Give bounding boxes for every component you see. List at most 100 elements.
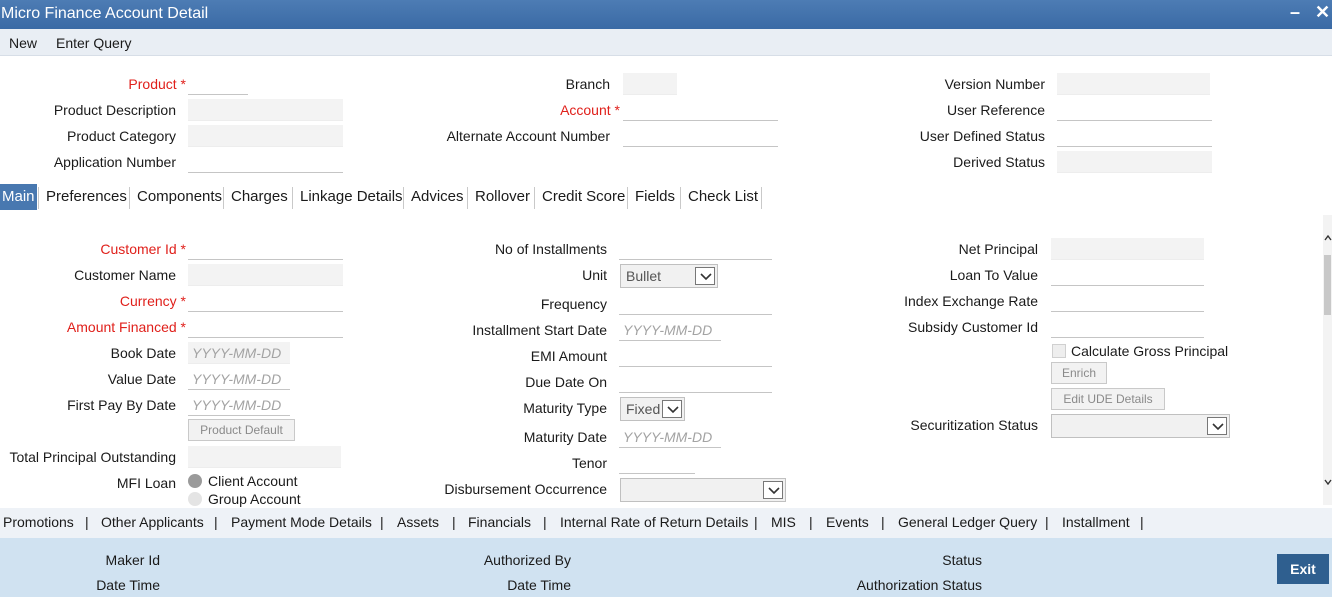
tab-preferences[interactable]: Preferences <box>46 184 127 210</box>
audit-footer: Maker Id Date Time Authorized By Date Ti… <box>0 538 1332 597</box>
link-financials[interactable]: Financials <box>468 514 531 530</box>
window-title: Micro Finance Account Detail <box>1 5 209 22</box>
installment-start-date-field[interactable]: YYYY-MM-DD <box>619 319 721 341</box>
menu-bar: New Enter Query <box>0 29 1332 56</box>
product-category-label: Product Category <box>67 128 176 144</box>
currency-field[interactable] <box>188 290 343 312</box>
user-reference-label: User Reference <box>946 102 1045 118</box>
vertical-scrollbar[interactable] <box>1323 215 1332 505</box>
tab-credit-score[interactable]: Credit Score <box>542 184 625 210</box>
value-date-field[interactable]: YYYY-MM-DD <box>188 368 290 390</box>
tenor-field[interactable] <box>619 452 695 474</box>
chevron-down-icon <box>695 267 715 285</box>
link-separator: | <box>380 514 384 530</box>
minimize-icon[interactable]: – <box>1290 2 1300 23</box>
menu-new[interactable]: New <box>9 35 37 51</box>
maturity-date-field[interactable]: YYYY-MM-DD <box>619 426 721 448</box>
link-separator: | <box>452 514 456 530</box>
link-general-ledger-query[interactable]: General Ledger Query <box>898 514 1037 530</box>
product-field[interactable] <box>188 73 248 95</box>
group-account-radio[interactable] <box>188 492 202 506</box>
net-principal-label: Net Principal <box>958 241 1038 257</box>
close-icon[interactable]: ✕ <box>1315 2 1330 23</box>
customer-id-field[interactable] <box>188 238 343 260</box>
user-reference-field[interactable] <box>1057 99 1212 121</box>
chevron-down-icon <box>763 481 783 499</box>
edit-ude-details-button[interactable]: Edit UDE Details <box>1051 388 1165 410</box>
tab-main[interactable]: Main <box>0 184 37 210</box>
customer-name-field <box>188 264 343 286</box>
chevron-down-icon <box>1207 417 1227 435</box>
tab-divider <box>761 187 762 209</box>
version-number-field <box>1057 73 1210 95</box>
tab-fields[interactable]: Fields <box>635 184 675 210</box>
loan-to-value-field[interactable] <box>1051 264 1204 286</box>
tenor-label: Tenor <box>571 455 607 471</box>
tab-divider <box>38 187 39 209</box>
tab-components[interactable]: Components <box>137 184 222 210</box>
enrich-button[interactable]: Enrich <box>1051 362 1107 384</box>
user-defined-status-field[interactable] <box>1057 125 1212 147</box>
disbursement-occurrence-select[interactable] <box>620 478 786 502</box>
tab-rollover[interactable]: Rollover <box>475 184 530 210</box>
tab-charges[interactable]: Charges <box>231 184 288 210</box>
user-defined-status-label: User Defined Status <box>919 128 1045 144</box>
maturity-type-select[interactable]: Fixed <box>620 397 685 421</box>
link-other-applicants[interactable]: Other Applicants <box>101 514 204 530</box>
customer-name-label: Customer Name <box>74 267 176 283</box>
scrollbar-thumb[interactable] <box>1324 255 1331 315</box>
index-exchange-rate-field[interactable] <box>1051 290 1204 312</box>
menu-enter-query[interactable]: Enter Query <box>56 35 131 51</box>
scroll-down-icon[interactable] <box>1324 479 1332 485</box>
link-separator: | <box>881 514 885 530</box>
link-separator: | <box>1045 514 1049 530</box>
application-number-field[interactable] <box>188 151 343 173</box>
branch-field <box>623 73 677 95</box>
tab-bar: Main Preferences Components Charges Link… <box>0 184 1332 212</box>
link-payment-mode-details[interactable]: Payment Mode Details <box>231 514 372 530</box>
amount-financed-label: Amount Financed * <box>66 319 186 335</box>
securitization-status-select[interactable] <box>1051 414 1230 438</box>
account-field[interactable] <box>623 99 778 121</box>
unit-label: Unit <box>582 267 607 283</box>
link-promotions[interactable]: Promotions <box>3 514 74 530</box>
product-description-field <box>188 99 343 121</box>
link-internal-rate-of-return-details[interactable]: Internal Rate of Return Details <box>560 514 748 530</box>
exit-button[interactable]: Exit <box>1277 554 1329 584</box>
total-principal-outstanding-label: Total Principal Outstanding <box>9 449 176 465</box>
loan-to-value-label: Loan To Value <box>949 267 1038 283</box>
currency-label: Currency * <box>119 293 186 309</box>
alternate-account-label: Alternate Account Number <box>446 128 610 144</box>
unit-select[interactable]: Bullet <box>620 264 718 288</box>
alternate-account-field[interactable] <box>623 125 778 147</box>
amount-financed-field[interactable] <box>188 316 343 338</box>
tab-advices[interactable]: Advices <box>411 184 464 210</box>
no-of-installments-field[interactable] <box>619 238 772 260</box>
subsidy-customer-id-field[interactable] <box>1051 316 1204 338</box>
client-account-radio[interactable] <box>188 474 202 488</box>
link-separator: | <box>543 514 547 530</box>
scroll-up-icon[interactable] <box>1324 235 1332 241</box>
due-date-on-field[interactable] <box>619 371 772 393</box>
link-installment[interactable]: Installment <box>1062 514 1130 530</box>
tab-check-list[interactable]: Check List <box>688 184 758 210</box>
emi-amount-field[interactable] <box>619 345 772 367</box>
link-mis[interactable]: MIS <box>771 514 796 530</box>
tab-divider <box>534 187 535 209</box>
first-pay-by-date-field[interactable]: YYYY-MM-DD <box>188 394 290 416</box>
title-bar: Micro Finance Account Detail – ✕ <box>0 0 1332 29</box>
link-separator: | <box>754 514 758 530</box>
tab-linkage-details[interactable]: Linkage Details <box>300 184 403 210</box>
frequency-field[interactable] <box>619 293 772 315</box>
authorization-status-label: Authorization Status <box>856 577 982 593</box>
product-category-field <box>188 125 343 147</box>
maturity-type-label: Maturity Type <box>523 400 607 416</box>
application-number-label: Application Number <box>53 154 176 170</box>
product-default-button[interactable]: Product Default <box>188 419 295 441</box>
link-separator: | <box>85 514 89 530</box>
total-principal-outstanding-field <box>188 446 341 468</box>
calculate-gross-principal-checkbox[interactable] <box>1052 344 1066 358</box>
link-assets[interactable]: Assets <box>397 514 439 530</box>
product-label: Product * <box>128 76 186 92</box>
link-events[interactable]: Events <box>826 514 869 530</box>
